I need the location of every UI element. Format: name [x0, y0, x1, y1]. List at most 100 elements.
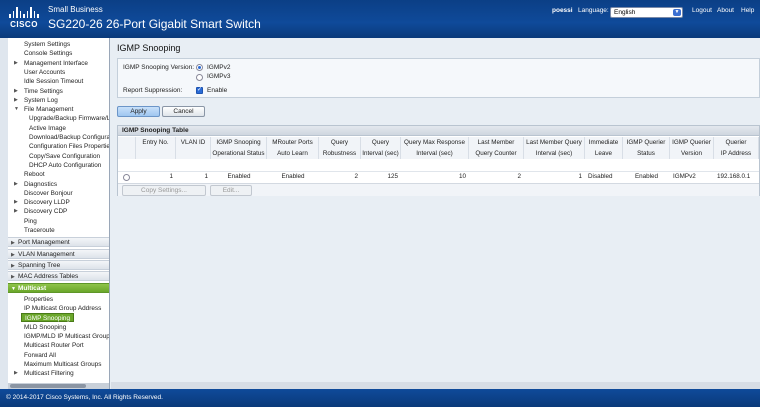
sidebar-section-mac-address-tables[interactable]: ▶ MAC Address Tables	[8, 271, 109, 282]
sidebar-section-spanning-tree[interactable]: ▶ Spanning Tree	[8, 259, 109, 271]
header-line-2: Version	[680, 150, 702, 157]
sidebar-item-maximum-multicast-groups[interactable]: Maximum Multicast Groups	[8, 360, 109, 369]
expand-closed-icon[interactable]: ▶	[11, 272, 15, 282]
sidebar-item-label: Properties	[24, 295, 54, 303]
sidebar-item-label: Traceroute	[24, 227, 55, 234]
header-line-2: Interval (sec)	[416, 150, 453, 157]
sidebar-item-console-settings[interactable]: Console Settings	[8, 49, 109, 58]
header-line-1: IGMP Querier	[626, 139, 666, 146]
expand-closed-icon[interactable]: ▶	[14, 96, 18, 105]
table-cell: Disabled	[588, 173, 613, 180]
header-line-2: Leave	[594, 150, 613, 157]
expand-open-icon[interactable]: ▼	[11, 284, 16, 294]
table-cell: 2	[517, 173, 521, 180]
sidebar-item-dhcp-auto-configuration[interactable]: DHCP Auto Configuration	[8, 161, 109, 170]
expand-closed-icon[interactable]: ▶	[14, 180, 18, 189]
sidebar-item-label: IGMP Snooping	[25, 315, 70, 323]
sidebar-item-igmp-mld-ip-multicast-group[interactable]: IGMP/MLD IP Multicast Group	[8, 332, 109, 341]
sidebar-item-ping[interactable]: Ping	[8, 217, 109, 226]
row-select-radio[interactable]	[123, 174, 130, 181]
sidebar-item-discovery-lldp[interactable]: ▶ Discovery LLDP	[8, 198, 109, 207]
main-horizontal-scrollbar[interactable]	[111, 382, 760, 389]
sidebar-item-multicast-filtering[interactable]: ▶ Multicast Filtering	[8, 369, 109, 378]
sidebar-section-port-management[interactable]: ▶ Port Management	[8, 237, 109, 248]
sidebar-item-time-settings[interactable]: ▶ Time Settings	[8, 87, 109, 96]
sidebar-item-download-backup-configura[interactable]: Download/Backup Configura	[8, 133, 109, 142]
sidebar-item-ip-multicast-group-address[interactable]: IP Multicast Group Address	[8, 304, 109, 313]
sidebar-item-label: System Log	[24, 96, 58, 104]
expand-closed-icon[interactable]: ▶	[11, 238, 15, 248]
table-actions: Copy Settings... Edit...	[118, 183, 759, 196]
apply-button[interactable]: Apply	[117, 106, 160, 117]
sidebar-item-management-interface[interactable]: ▶ Management Interface	[8, 59, 109, 68]
help-link[interactable]: Help	[741, 7, 754, 14]
settings-form: IGMP Snooping Version: IGMPv2 IGMPv3 Rep…	[117, 58, 760, 98]
header-line-1: IGMP Querier	[672, 139, 711, 146]
sidebar-item-multicast-router-port[interactable]: Multicast Router Port	[8, 341, 109, 350]
sidebar-item-active-image[interactable]: Active Image	[8, 124, 109, 133]
header-line-2: Interval (sec)	[535, 150, 573, 157]
sidebar-item-label: Discover Bonjour	[24, 189, 73, 197]
sidebar-item-discover-bonjour[interactable]: Discover Bonjour	[8, 189, 109, 198]
column-header-vlan-id: VLAN ID	[176, 137, 211, 159]
sidebar-item-label: Configuration Files Propertie	[29, 143, 109, 151]
column-header-querier-ip-address: Querier IP Address	[714, 137, 759, 159]
expand-closed-icon[interactable]: ▶	[11, 261, 15, 271]
expand-closed-icon[interactable]: ▶	[14, 369, 18, 378]
sidebar-item-discovery-cdp[interactable]: ▶ Discovery CDP	[8, 207, 109, 216]
sidebar-section-multicast[interactable]: ▼ Multicast	[8, 282, 109, 294]
version-label: IGMP Snooping Version:	[123, 64, 195, 71]
scrollbar-thumb[interactable]	[10, 384, 86, 388]
header-line-2: Robustness	[322, 150, 357, 157]
sidebar-item-system-log[interactable]: ▶ System Log	[8, 96, 109, 105]
header-line-1: Last Member Query	[526, 139, 582, 146]
sidebar-item-label: User Accounts	[24, 68, 66, 76]
table-cell: 2	[354, 173, 358, 180]
igmpv3-radio[interactable]	[196, 74, 203, 81]
sidebar-item-label: System Settings	[24, 41, 71, 48]
report-suppression-checkbox[interactable]: ✓	[196, 87, 203, 94]
header-line-1: VLAN ID	[180, 139, 206, 146]
sidebar-item-diagnostics[interactable]: ▶ Diagnostics	[8, 180, 109, 189]
sidebar-item-igmp-snooping[interactable]: IGMP Snooping	[21, 313, 74, 323]
sidebar-item-forward-all[interactable]: Forward All	[8, 351, 109, 360]
sidebar-item-idle-session-timeout[interactable]: Idle Session Timeout	[8, 77, 109, 86]
expand-closed-icon[interactable]: ▶	[11, 250, 15, 260]
sidebar-item-label: IP Multicast Group Address	[24, 305, 102, 313]
report-suppression-enable-label: Enable	[207, 87, 228, 94]
table-row[interactable]: 1 1 Enabled Enabled 2 125 10 2 1 Disabled Enabled I…	[118, 171, 759, 182]
header-line-2: Status	[637, 150, 655, 157]
column-header-last-member-query-counter: Last Member Query Counter	[469, 137, 524, 159]
sidebar-item-configuration-files-propertie[interactable]: Configuration Files Propertie	[8, 142, 109, 151]
footer: © 2014-2017 Cisco Systems, Inc. All Righ…	[0, 389, 760, 407]
copy-settings-button[interactable]: Copy Settings...	[122, 185, 206, 196]
expand-closed-icon[interactable]: ▶	[14, 87, 18, 96]
expand-closed-icon[interactable]: ▶	[14, 59, 18, 68]
sidebar-item-label: Diagnostics	[24, 180, 58, 188]
header-line-1: Query	[330, 139, 349, 146]
sidebar-section-label: Spanning Tree	[18, 261, 61, 269]
header-line-1: MRouter Ports	[272, 139, 313, 146]
sidebar-item-label: Discovery LLDP	[24, 199, 70, 207]
igmpv2-radio[interactable]	[196, 64, 203, 71]
expand-closed-icon[interactable]: ▶	[14, 207, 18, 216]
sidebar-item-traceroute[interactable]: Traceroute	[8, 226, 109, 235]
sidebar-item-upgrade-backup-firmware-l[interactable]: Upgrade/Backup Firmware/L	[8, 114, 109, 123]
sidebar-section-vlan-management[interactable]: ▶ VLAN Management	[8, 248, 109, 260]
sidebar-item-label: Active Image	[29, 124, 66, 132]
language-select[interactable]: English ▼	[610, 7, 683, 18]
logout-link[interactable]: Logout	[692, 7, 712, 14]
sidebar-item-reboot[interactable]: Reboot	[8, 170, 109, 179]
edit-button[interactable]: Edit...	[210, 185, 252, 196]
sidebar-item-system-settings[interactable]: System Settings	[8, 40, 109, 49]
sidebar-item-file-management[interactable]: ▼ File Management	[8, 105, 109, 114]
expand-closed-icon[interactable]: ▶	[14, 198, 18, 207]
about-link[interactable]: About	[717, 7, 734, 14]
cancel-button[interactable]: Cancel	[162, 106, 205, 117]
expand-open-icon[interactable]: ▼	[14, 105, 19, 114]
sidebar-item-copy-save-configuration[interactable]: Copy/Save Configuration	[8, 152, 109, 161]
sidebar-item-user-accounts[interactable]: User Accounts	[8, 68, 109, 77]
sidebar-item-mld-snooping[interactable]: MLD Snooping	[8, 323, 109, 332]
table-cell: 1	[578, 173, 582, 180]
sidebar-item-properties[interactable]: Properties	[8, 295, 109, 304]
